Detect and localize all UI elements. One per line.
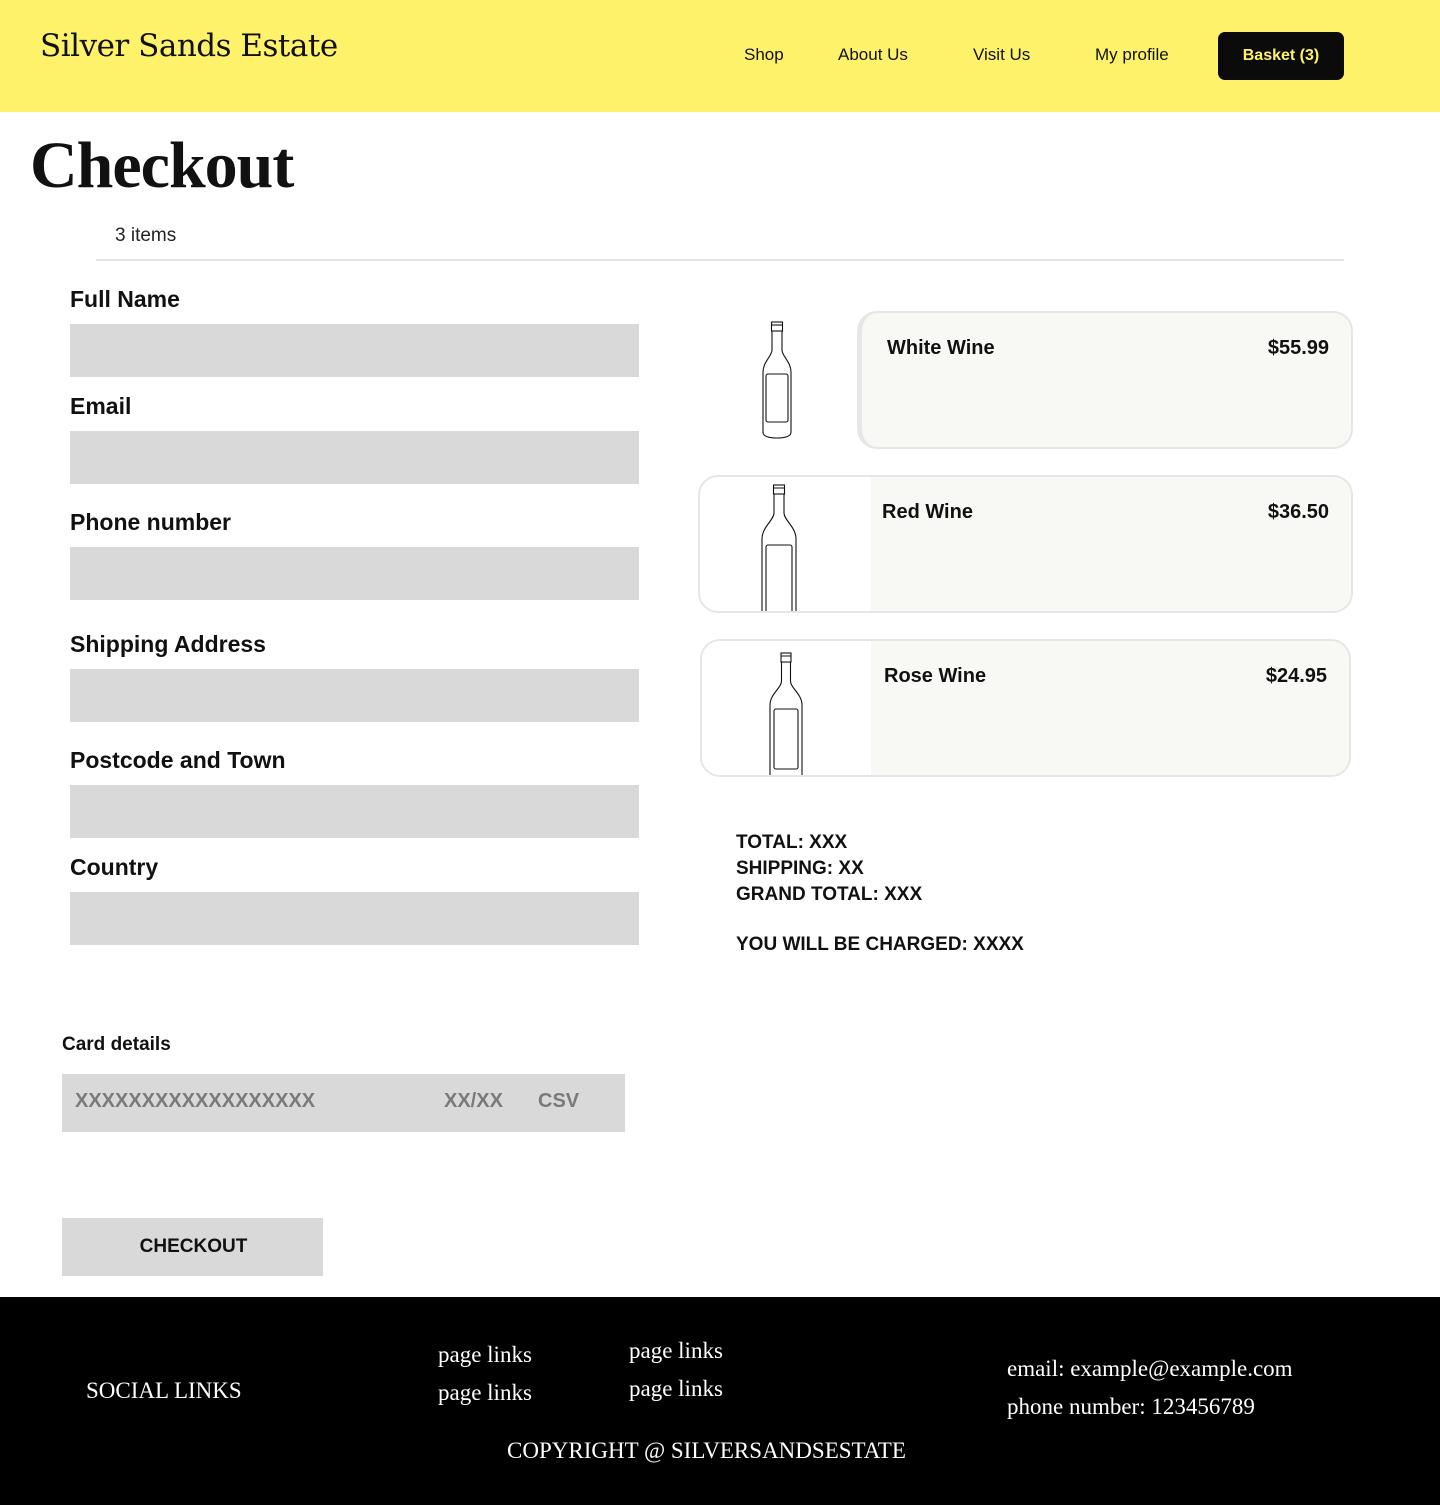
footer-page-link[interactable]: page links [438,1342,532,1368]
footer-page-link[interactable]: page links [629,1338,723,1364]
card-csv-input[interactable]: CSV [538,1090,579,1113]
email-field[interactable] [70,431,639,484]
nav-my-profile[interactable]: My profile [1095,45,1169,65]
basket-button[interactable]: Basket (3) [1218,32,1344,80]
nav-visit-us[interactable]: Visit Us [973,45,1030,65]
card-expiry-input[interactable]: XX/XX [444,1090,503,1113]
footer-email: email: example@example.com [1007,1356,1293,1381]
card-details-field[interactable]: XXXXXXXXXXXXXXXXXX XX/XX CSV [62,1074,625,1132]
shipping-address-label: Shipping Address [70,631,266,657]
cart-item-rose-wine: Rose Wine $24.95 [700,639,1351,777]
country-label: Country [70,854,159,880]
divider [96,259,1344,261]
footer-page-link[interactable]: page links [438,1380,532,1406]
wine-bottle-icon [762,321,792,439]
footer-phone: phone number: 123456789 [1007,1394,1255,1419]
nav-about-us[interactable]: About Us [838,45,908,65]
product-name: White Wine [887,337,995,359]
product-name: Rose Wine [884,665,987,687]
copyright: COPYRIGHT @ SILVERSANDSESTATE [507,1438,906,1463]
charged-amount: YOU WILL BE CHARGED: XXXX [736,934,1024,955]
cart-item-card: White Wine $55.99 [857,311,1353,449]
postcode-town-field[interactable] [70,785,639,838]
order-totals: TOTAL: XXX SHIPPING: XX GRAND TOTAL: XXX [736,830,922,908]
product-name: Red Wine [882,501,973,523]
phone-label: Phone number [70,509,232,535]
cart-item-body: Red Wine $36.50 [871,477,1351,611]
product-price: $36.50 [1267,501,1329,523]
shipping-line: SHIPPING: XX [736,858,864,879]
shipping-address-field[interactable] [70,669,639,722]
social-links[interactable]: SOCIAL LINKS [86,1378,242,1404]
page-title: Checkout [30,129,294,202]
grand-total-line: GRAND TOTAL: XXX [736,884,923,905]
total-line: TOTAL: XXX [736,832,848,853]
country-field[interactable] [70,892,639,945]
wine-bottle-icon [769,652,803,775]
product-price: $55.99 [1267,337,1329,359]
product-price: $24.95 [1265,665,1327,687]
checkout-button[interactable]: CHECKOUT [62,1218,323,1276]
nav-shop[interactable]: Shop [744,45,784,65]
postcode-town-label: Postcode and Town [70,747,286,773]
email-label: Email [70,393,132,419]
footer-page-link[interactable]: page links [629,1376,723,1402]
card-number-input[interactable]: XXXXXXXXXXXXXXXXXX [75,1090,315,1113]
items-count: 3 items [115,225,177,246]
cart-item-red-wine: Red Wine $36.50 [698,475,1353,613]
full-name-label: Full Name [70,286,180,312]
full-name-field[interactable] [70,324,639,377]
wine-bottle-icon [761,484,797,611]
site-footer: SOCIAL LINKS page links page links page … [0,1297,1440,1505]
cart-item-body: Rose Wine $24.95 [871,641,1349,775]
card-details-label: Card details [62,1034,171,1055]
site-header: Silver Sands Estate Shop About Us Visit … [0,0,1440,112]
brand-logo[interactable]: Silver Sands Estate [40,28,338,64]
phone-field[interactable] [70,547,639,600]
